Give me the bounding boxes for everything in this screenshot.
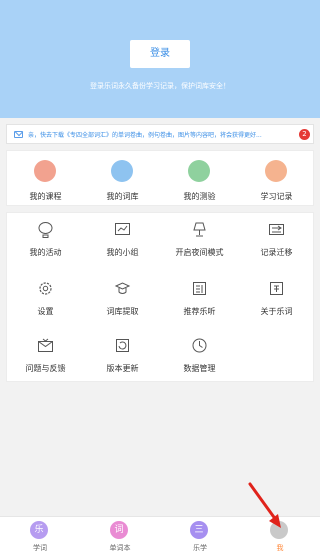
menu-item-record[interactable]: 学习记录 [238,151,315,207]
menu-item-label: 推荐乐听 [183,307,216,316]
login-button[interactable]: 登录 [130,40,190,68]
menu-item-about[interactable]: 关于乐词 [238,270,315,326]
menu-item-label: 我的词库 [106,192,139,201]
feedback-icon [38,338,53,352]
menu-item-label: 数据管理 [183,364,216,373]
menu-item-listen[interactable]: 推荐乐听 [161,270,238,326]
menu-item-label: 开启夜间模式 [175,248,224,257]
menu-item-label: 版本更新 [106,364,139,373]
balloon-icon [38,222,53,238]
login-tip: 登录乐词永久备份学习记录，保护词库安全！ [90,82,230,90]
test-icon [188,160,210,182]
tab-learn[interactable]: 乐 学词 [0,517,80,554]
notice-text: 亲，快去下载《专四全部词汇》的单词卷曲，例句卷曲，图片等内容吧，将会获得更好..… [28,132,262,139]
menu-item-label: 我的测验 [183,192,216,201]
menu-item-night-mode[interactable]: 开启夜间模式 [161,213,238,269]
menu-item-label: 我的小组 [106,248,139,257]
record-icon [265,160,287,182]
menu-item-activity[interactable]: 我的活动 [7,213,84,269]
menu-item-feedback[interactable]: 问题与反馈 [7,327,84,383]
menu-item-migrate[interactable]: 记录迁移 [238,213,315,269]
menu-item-course[interactable]: 我的课程 [7,151,84,207]
course-icon [34,160,56,182]
menu-item-label: 问题与反馈 [25,364,66,373]
menu-item-update[interactable]: 版本更新 [84,327,161,383]
listen-icon [193,282,206,295]
update-icon [116,339,129,352]
tab-label: 我 [276,544,284,552]
bottom-tab-bar: 乐 学词 词 单词本 三 乐学 我 [0,516,320,554]
learn-tab-icon: 乐 [30,521,48,539]
me-tab-icon [270,521,288,539]
extract-icon [114,282,131,294]
menu-item-label: 词库提取 [106,307,139,316]
tab-label: 乐学 [193,544,207,552]
lexue-tab-icon: 三 [190,521,208,539]
header-banner: 登录 登录乐词永久备份学习记录，保护词库安全！ [0,0,320,118]
menu-item-test[interactable]: 我的测验 [161,151,238,207]
wordbank-icon [111,160,133,182]
wordbook-tab-icon: 词 [110,521,128,539]
tab-me[interactable]: 我 [240,517,320,554]
menu-item-label: 我的课程 [29,192,62,201]
tab-wordbook[interactable]: 词 单词本 [80,517,160,554]
data-icon [192,338,207,353]
tab-lexue[interactable]: 三 乐学 [160,517,240,554]
mail-icon [14,131,23,138]
menu-item-extract[interactable]: 词库提取 [84,270,161,326]
notice-bar[interactable]: 亲，快去下载《专四全部词汇》的单词卷曲，例句卷曲，图片等内容吧，将会获得更好..… [6,124,314,144]
sub-menu-panel: 我的活动 我的小组 开启夜间模式 记录迁移 设置 词库提取 推荐乐听 关于乐词 … [6,212,314,382]
menu-item-label: 学习记录 [260,192,293,201]
migrate-icon [269,224,284,235]
tab-label: 学词 [33,544,47,552]
gear-icon [39,282,52,295]
menu-item-label: 我的活动 [29,248,62,257]
main-menu-panel: 我的课程 我的词库 我的测验 学习记录 [6,150,314,206]
menu-item-label: 关于乐词 [260,307,293,316]
menu-item-group[interactable]: 我的小组 [84,213,161,269]
tab-label: 单词本 [109,544,131,552]
notice-badge: 2 [299,129,310,140]
menu-item-label: 设置 [37,307,54,316]
menu-item-wordbank[interactable]: 我的词库 [84,151,161,207]
menu-item-data[interactable]: 数据管理 [161,327,238,383]
group-icon [115,223,130,235]
about-icon [270,282,283,295]
lamp-icon [193,222,206,237]
menu-item-settings[interactable]: 设置 [7,270,84,326]
menu-item-label: 记录迁移 [260,248,293,257]
